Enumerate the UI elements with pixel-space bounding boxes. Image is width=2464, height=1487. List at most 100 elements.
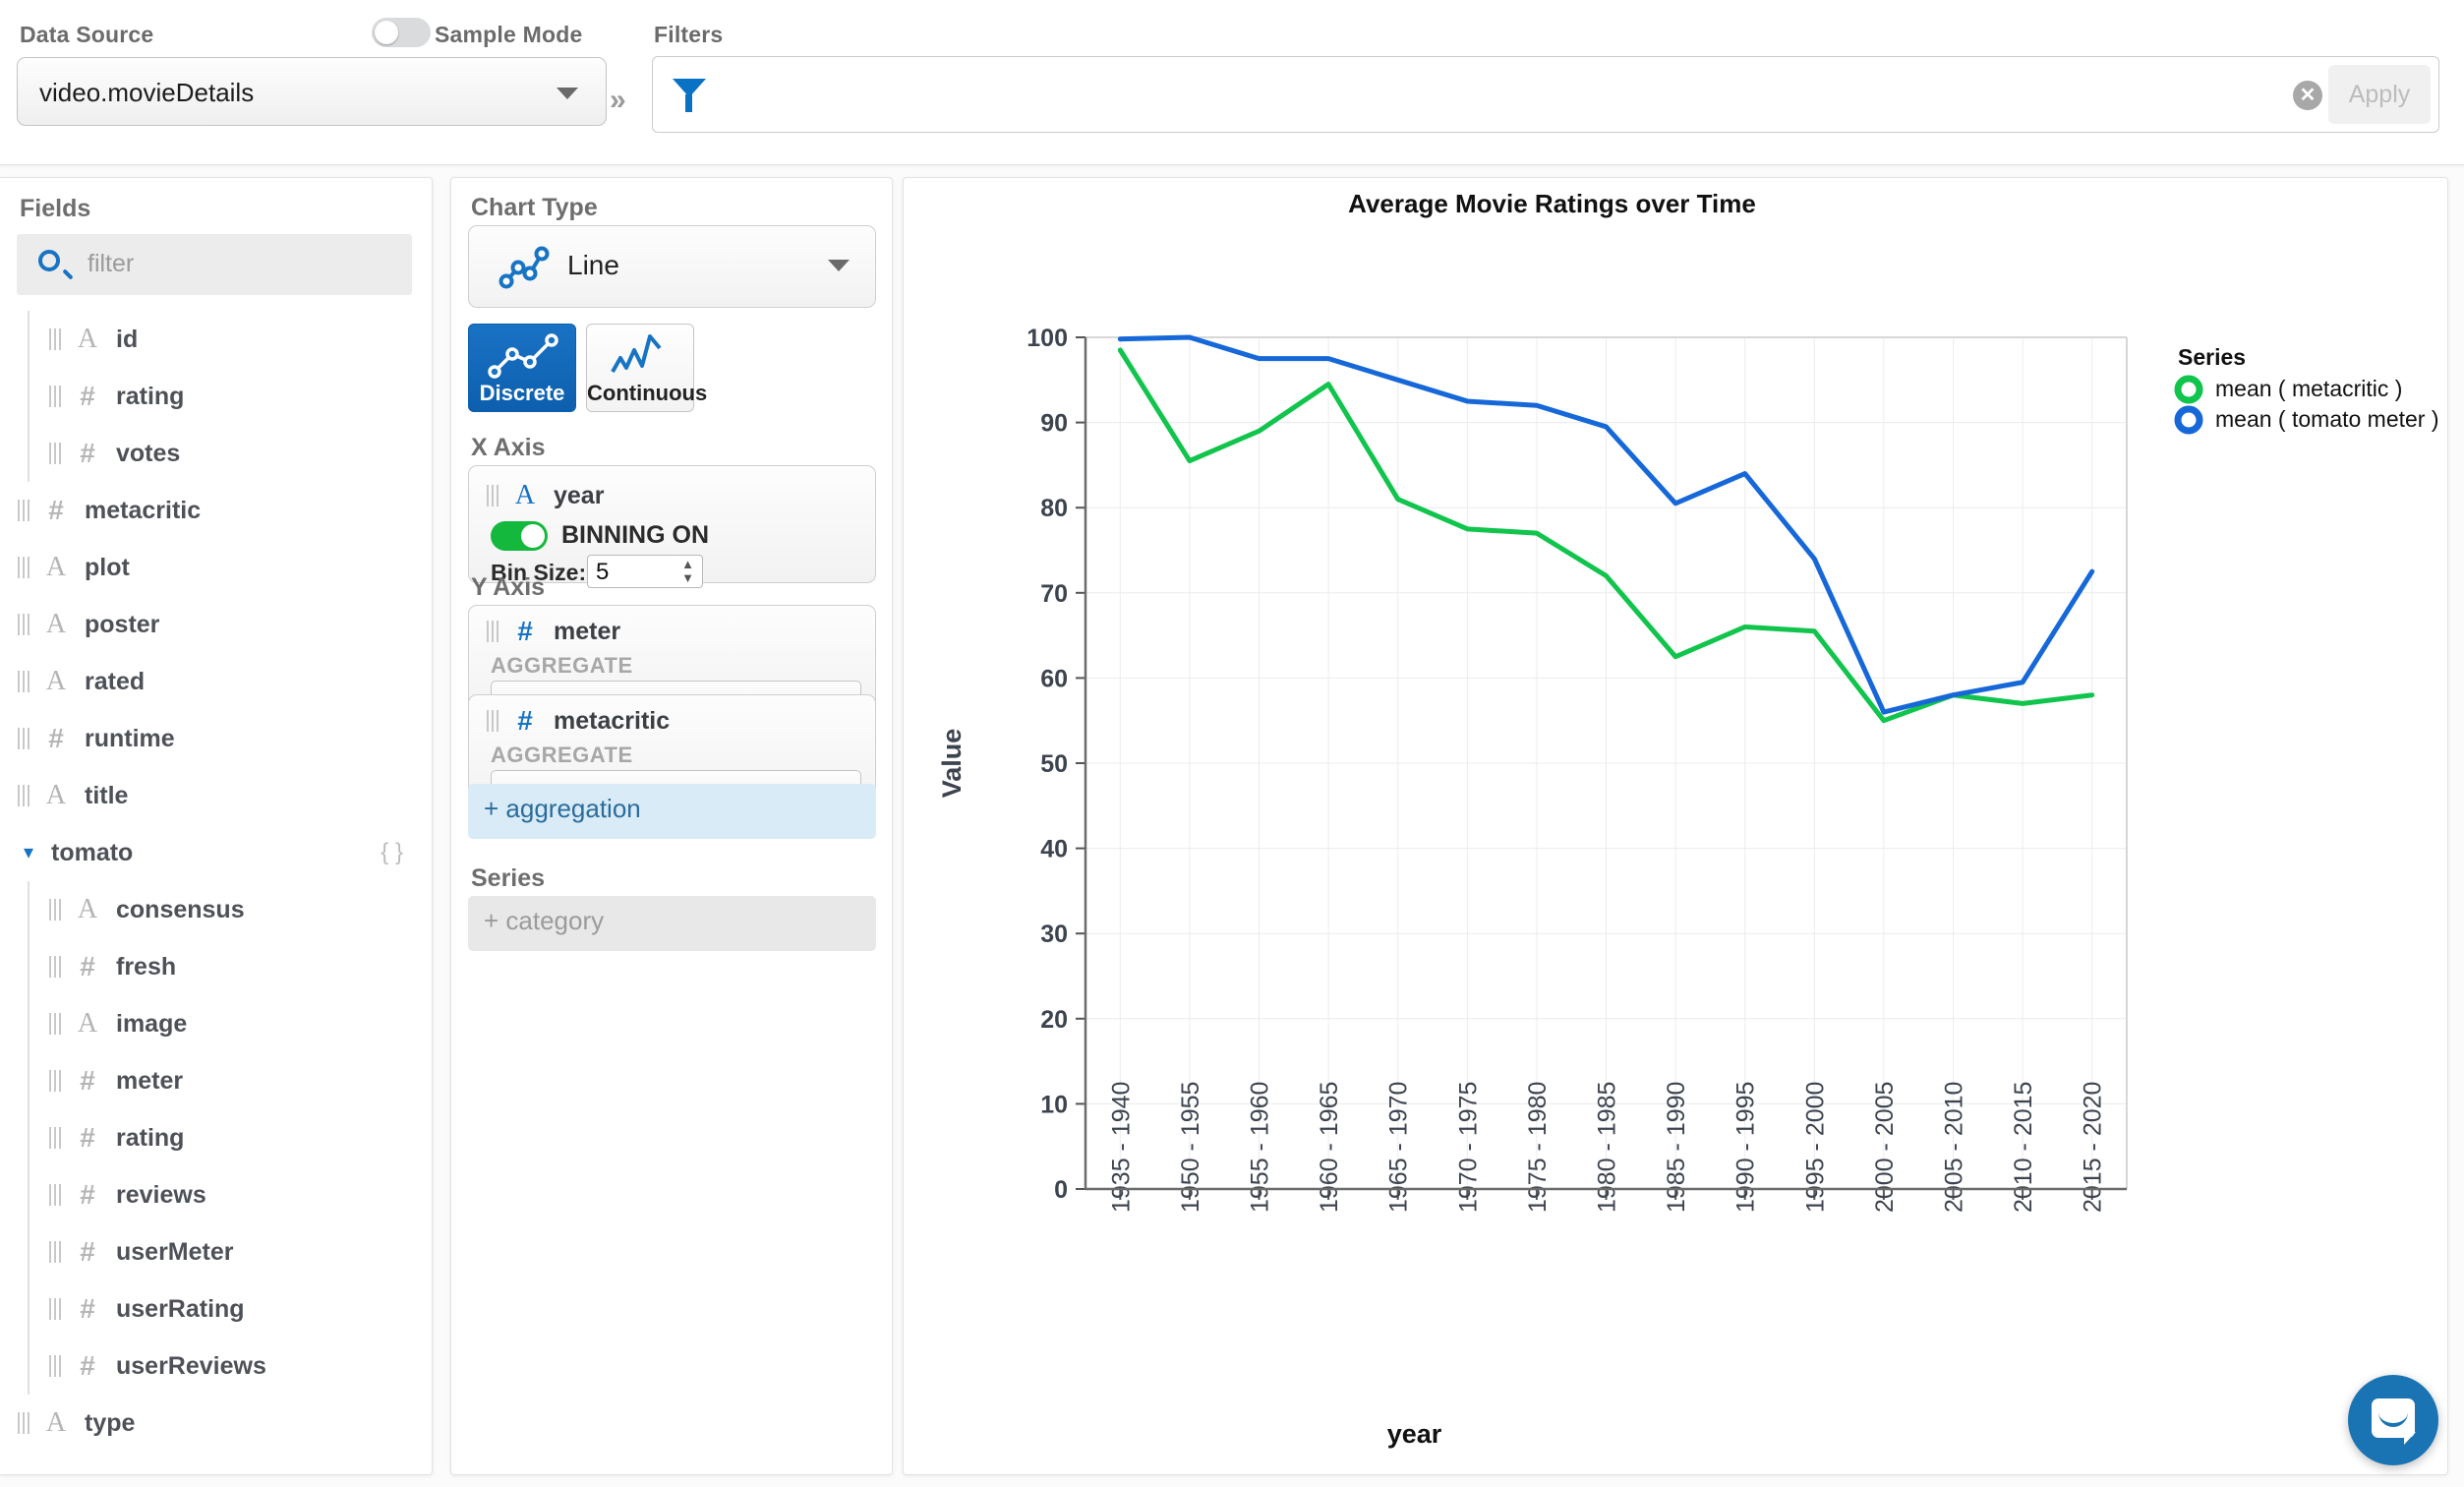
drag-handle-icon[interactable] bbox=[487, 710, 500, 732]
field-item-image[interactable]: Aimage bbox=[0, 995, 433, 1052]
expand-chevrons-icon[interactable]: » bbox=[610, 84, 626, 117]
drag-handle-icon[interactable] bbox=[49, 1070, 63, 1092]
discrete-mode-label: Discrete bbox=[469, 381, 575, 406]
field-item-userRating[interactable]: #userRating bbox=[0, 1280, 433, 1338]
app-root: Data Source Sample Mode Filters video.mo… bbox=[0, 0, 2464, 1487]
bin-size-stepper[interactable]: 5 ▲▼ bbox=[587, 555, 703, 588]
drag-handle-icon[interactable] bbox=[49, 1127, 63, 1149]
y-tick-label: 100 bbox=[1027, 325, 1068, 352]
y-field-name: metacritic bbox=[554, 707, 670, 736]
chart-type-select[interactable]: Line bbox=[468, 225, 876, 308]
bin-size-value: 5 bbox=[596, 559, 609, 586]
drag-handle-icon[interactable] bbox=[49, 386, 63, 407]
y-tick-label: 30 bbox=[1040, 921, 1068, 948]
drag-handle-icon[interactable] bbox=[18, 500, 31, 521]
field-item-consensus[interactable]: Aconsensus bbox=[0, 881, 433, 938]
drag-handle-icon[interactable] bbox=[49, 443, 63, 464]
drag-handle-icon[interactable] bbox=[18, 785, 31, 806]
field-item-fresh[interactable]: #fresh bbox=[0, 938, 433, 995]
field-item-title[interactable]: Atitle bbox=[0, 767, 433, 824]
legend-label-1: mean ( tomato meter ) bbox=[2215, 406, 2439, 432]
field-group-rail bbox=[28, 881, 29, 1395]
drag-handle-icon[interactable] bbox=[49, 1241, 63, 1263]
field-item-userReviews[interactable]: #userReviews bbox=[0, 1338, 433, 1395]
drag-handle-icon[interactable] bbox=[18, 614, 31, 635]
field-item-label: rating bbox=[116, 1124, 184, 1153]
data-source-select[interactable]: video.movieDetails bbox=[17, 57, 607, 126]
field-item-runtime[interactable]: #runtime bbox=[0, 710, 433, 767]
field-item-label: votes bbox=[116, 440, 180, 468]
drag-handle-icon[interactable] bbox=[49, 956, 63, 978]
add-category-dropzone[interactable]: + category bbox=[468, 896, 876, 951]
add-aggregation-dropzone[interactable]: + aggregation bbox=[468, 784, 876, 839]
drag-handle-icon[interactable] bbox=[49, 1298, 63, 1320]
chevron-down-icon bbox=[828, 260, 850, 271]
stepper-arrows-icon[interactable]: ▲▼ bbox=[681, 558, 694, 585]
field-item-poster[interactable]: Aposter bbox=[0, 596, 433, 653]
field-type-icon: A bbox=[73, 894, 102, 925]
field-group-tomato[interactable]: ▾tomato{ } bbox=[0, 824, 433, 881]
field-type-icon: A bbox=[73, 1008, 102, 1040]
drag-handle-icon[interactable] bbox=[18, 557, 31, 578]
field-item-rated[interactable]: Arated bbox=[0, 653, 433, 710]
apply-button[interactable]: Apply bbox=[2328, 65, 2431, 124]
sample-mode-toggle[interactable] bbox=[372, 18, 431, 47]
field-item-label: meter bbox=[116, 1067, 183, 1096]
field-type-icon: # bbox=[73, 1065, 102, 1097]
y-field-chip[interactable]: # meter bbox=[487, 616, 620, 647]
x-tick-label: 2015 - 2020 bbox=[2080, 1082, 2107, 1213]
search-icon bbox=[38, 250, 60, 271]
field-item-rating[interactable]: #rating bbox=[0, 368, 433, 425]
drag-handle-icon[interactable] bbox=[18, 1412, 31, 1434]
fields-panel-title: Fields bbox=[20, 195, 90, 223]
binning-toggle[interactable] bbox=[491, 521, 548, 551]
field-item-meter[interactable]: # meter bbox=[0, 1052, 433, 1109]
drag-handle-icon[interactable] bbox=[49, 1184, 63, 1206]
x-axis-card[interactable]: A year BINNING ON Bin Size: 5 ▲▼ bbox=[468, 465, 876, 583]
filters-input-area[interactable]: ✕ Apply bbox=[652, 56, 2439, 133]
field-item-reviews[interactable]: #reviews bbox=[0, 1166, 433, 1223]
chevron-down-icon[interactable]: ▾ bbox=[18, 842, 39, 863]
drag-handle-icon[interactable] bbox=[18, 728, 31, 749]
binning-state-label: BINNING ON bbox=[561, 521, 709, 550]
field-item-userMeter[interactable]: #userMeter bbox=[0, 1223, 433, 1280]
field-item-label: rating bbox=[116, 383, 184, 411]
field-item-plot[interactable]: Aplot bbox=[0, 539, 433, 596]
field-item-id[interactable]: Aid bbox=[0, 311, 433, 368]
drag-handle-icon[interactable] bbox=[487, 621, 500, 642]
intercom-chat-icon[interactable] bbox=[2348, 1375, 2438, 1465]
field-type-icon: # bbox=[73, 1179, 102, 1211]
fields-search-input[interactable]: filter bbox=[17, 234, 412, 295]
field-item-votes[interactable]: #votes bbox=[0, 425, 433, 482]
chart-title: Average Movie Ratings over Time bbox=[1348, 189, 1756, 218]
x-tick-label: 1995 - 2000 bbox=[1801, 1082, 1829, 1213]
field-type-icon: # bbox=[73, 1293, 102, 1325]
field-item-label: title bbox=[85, 782, 128, 810]
y-field-chip[interactable]: # metacritic bbox=[487, 705, 670, 737]
drag-handle-icon[interactable] bbox=[49, 1355, 63, 1377]
drag-handle-icon[interactable] bbox=[487, 485, 500, 506]
field-item-metacritic[interactable]: #metacritic bbox=[0, 482, 433, 539]
y-tick-label: 10 bbox=[1040, 1091, 1068, 1118]
drag-handle-icon[interactable] bbox=[49, 328, 63, 350]
x-axis-field-chip[interactable]: A year bbox=[487, 480, 604, 511]
x-tick-label: 1965 - 1970 bbox=[1385, 1082, 1413, 1213]
x-tick-label: 1935 - 1940 bbox=[1107, 1082, 1135, 1213]
field-item-label: image bbox=[116, 1010, 187, 1039]
field-type-icon: A bbox=[41, 552, 71, 583]
drag-handle-icon[interactable] bbox=[49, 899, 63, 921]
field-item-label: userReviews bbox=[116, 1352, 266, 1381]
clear-filters-icon[interactable]: ✕ bbox=[2293, 81, 2322, 110]
field-item-label: fresh bbox=[116, 953, 176, 981]
continuous-mode-button[interactable]: Continuous bbox=[586, 324, 694, 412]
data-source-value: video.movieDetails bbox=[39, 78, 254, 108]
drag-handle-icon[interactable] bbox=[18, 671, 31, 692]
drag-handle-icon[interactable] bbox=[49, 1013, 63, 1035]
series-section-label: Series bbox=[471, 864, 545, 893]
field-type-icon: A bbox=[41, 666, 71, 697]
discrete-mode-button[interactable]: Discrete bbox=[468, 324, 576, 412]
field-item-type[interactable]: Atype bbox=[0, 1395, 433, 1452]
x-tick-label: 1950 - 1955 bbox=[1177, 1082, 1204, 1213]
field-item-rating[interactable]: #rating bbox=[0, 1109, 433, 1166]
y-axis-label: Y Axis bbox=[471, 573, 545, 602]
